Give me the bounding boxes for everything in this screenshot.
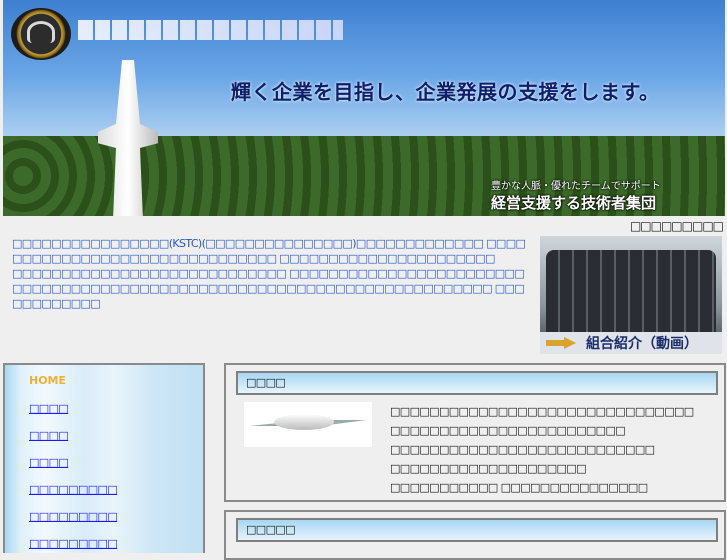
members-photo xyxy=(546,250,716,334)
text-line: □□□□□□□□□□□ □□□□□□□□□□□□□□□ xyxy=(390,481,648,494)
intro-paragraph: □□□□□□□□□□□□□□□□□□□□□□□□□□□□ □□□□□□□□□□□… xyxy=(12,267,525,310)
sidebar-item[interactable]: □□□□□□□□□ xyxy=(29,537,118,550)
arrow-icon xyxy=(546,337,576,349)
sidebar-item[interactable]: □□□□ xyxy=(29,456,69,469)
text-line: □□□□□□□□□□□□□□□□□□□□□□□□ xyxy=(390,424,626,437)
slogan-text: 輝く企業を目指し、企業発展の支援をします。 xyxy=(231,80,660,104)
text-line: □□□□□□□□□□□□□□□□□□□□□□□□□□□□□□□ xyxy=(390,405,694,418)
intro-text: □□□□□□□□□□□□□□□□(KSTC)(□□□□□□□□□□□□□□□)□… xyxy=(12,236,532,311)
sidebar-item[interactable]: □□□□ xyxy=(29,402,69,415)
intro-paragraph: □□□□□□□□□□□□□□□□(KSTC)(□□□□□□□□□□□□□□□)□… xyxy=(12,237,526,265)
members-video-banner[interactable]: 組合紹介（動画） xyxy=(540,236,722,354)
sidebar-item[interactable]: □□□□□□□□□ xyxy=(29,483,118,496)
video-caption: 組合紹介（動画） xyxy=(586,336,698,352)
logo[interactable] xyxy=(11,8,71,60)
second-panel: □□□□□ xyxy=(224,510,726,560)
sidebar-item[interactable]: □□□□ xyxy=(29,429,69,442)
news-panel: □□□□ □□□□□□□□□□□□□□□□□□□□□□□□□□□□□□□ □□□… xyxy=(224,363,726,502)
header-banner: 輝く企業を目指し、企業発展の支援をします。 豊かな人脈・優れたチームでサポート … xyxy=(3,0,725,216)
panel-text: □□□□□□□□□□□□□□□□□□□□□□□□□□□□□□□ □□□□□□□□… xyxy=(390,402,694,497)
sidebar-item-home[interactable]: HOME xyxy=(29,374,66,387)
panel-heading: □□□□ xyxy=(236,371,718,395)
text-line: □□□□□□□□□□□□□□□□□□□□□□□□□□□ xyxy=(390,443,655,456)
site-title-lettering xyxy=(78,20,343,40)
airplane-image xyxy=(244,402,372,447)
sidebar-item[interactable]: □□□□□□□□□ xyxy=(29,510,118,523)
tagline-text: 豊かな人脈・優れたチームでサポート xyxy=(491,181,661,192)
sidebar: HOME □□□□ □□□□ □□□□ □□□□□□□□□ □□□□□□□□□ … xyxy=(3,363,205,553)
panel-heading: □□□□□ xyxy=(236,518,718,542)
tagline2-text: 経営支援する技術者集団 xyxy=(491,194,657,212)
top-right-text: □□□□□□□□□ xyxy=(629,219,724,233)
text-line: □□□□□□□□□□□□□□□□□□□□ xyxy=(390,462,586,475)
